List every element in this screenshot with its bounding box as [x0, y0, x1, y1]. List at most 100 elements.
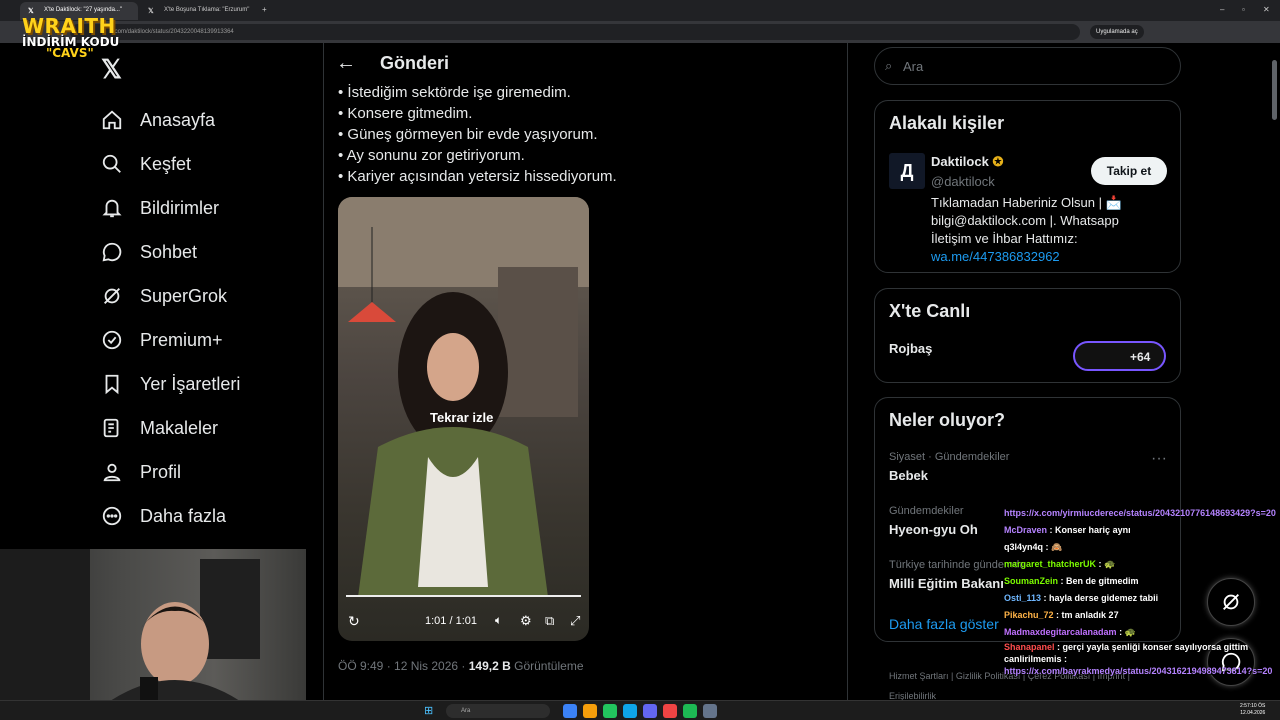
trend-context: Gündemdekiler: [889, 505, 964, 517]
view-count: 149,2 B: [468, 659, 511, 673]
nav-item-articles[interactable]: Makaleler: [100, 406, 240, 450]
chat-user: SoumanZein: [1004, 576, 1059, 586]
chat-link[interactable]: https://x.com/yirmiucderece/status/20432…: [1004, 508, 1276, 518]
nav-label: Sohbet: [140, 241, 198, 262]
taskbar-search-text: Ara: [461, 708, 471, 714]
bio-link[interactable]: wa.me/447386832962: [931, 249, 1060, 264]
taskbar-search[interactable]: Ara: [446, 704, 550, 718]
close-window-icon[interactable]: ✕: [1263, 5, 1270, 14]
profile-name-text: Daktilock: [931, 154, 989, 169]
chat-user: margaret_thatcherUK: [1004, 559, 1097, 569]
person-icon: [100, 460, 124, 484]
app-icon[interactable]: [563, 704, 577, 718]
stream-chat: https://x.com/yirmiucderece/status/20432…: [1004, 505, 1280, 677]
app-icon[interactable]: [663, 704, 677, 718]
post-line: • Güneş görmeyen bir evde yaşıyorum.: [338, 126, 598, 143]
trend-item[interactable]: Siyaset · Gündemdekiler Bebek: [889, 451, 1009, 483]
open-in-app-button[interactable]: Uygulamada aç: [1090, 25, 1144, 39]
profile-name[interactable]: Daktilock ✪: [931, 154, 1003, 170]
profile-handle: @daktilock: [931, 174, 995, 189]
nav-item-premium[interactable]: Premium+: [100, 318, 240, 362]
tab-label: X'te Boşuna Tıklama: "Erzurum": [164, 7, 250, 13]
search-input[interactable]: ⌕ Ara: [874, 47, 1181, 85]
windows-taskbar: ⊞ Ara 2:57:10 ÖS 12.04.2026: [0, 700, 1280, 720]
replay-icon[interactable]: ↻: [348, 613, 360, 630]
video-progress-bar[interactable]: [346, 595, 581, 597]
post-text: • İstediğim sektörde işe giremedim. • Ko…: [338, 82, 617, 187]
nav-item-explore[interactable]: Keşfet: [100, 142, 240, 186]
chat-message: margaret_thatcherUK : 🐢: [1004, 556, 1280, 573]
nav-item-chat[interactable]: Sohbet: [100, 230, 240, 274]
post-header: ← Gönderi: [336, 52, 449, 75]
nav-label: Bildirimler: [140, 197, 220, 218]
trend-context: Siyaset · Gündemdekiler: [889, 451, 1010, 463]
avatar[interactable]: Д: [889, 153, 925, 189]
system-clock: 2:57:10 ÖS 12.04.2026: [1240, 703, 1265, 717]
maximize-icon[interactable]: ▫: [1242, 5, 1245, 14]
column-divider: [323, 43, 324, 720]
volume-icon[interactable]: 🔈︎: [495, 613, 502, 628]
pip-icon[interactable]: ⧉: [545, 613, 554, 629]
chrome-icon[interactable]: [603, 704, 617, 718]
back-arrow-icon[interactable]: ←: [336, 52, 356, 75]
new-tab-icon[interactable]: +: [262, 5, 267, 14]
post-line: • Kariyer açısından yetersiz hissediyoru…: [338, 168, 617, 185]
minimize-icon[interactable]: –: [1220, 5, 1224, 14]
settings-icon[interactable]: ⚙: [520, 613, 532, 629]
windows-start-icon[interactable]: ⊞: [424, 704, 433, 717]
chat-message: Osti_113 : hayla derse gidemez tabii: [1004, 590, 1280, 607]
edge-icon[interactable]: [623, 704, 637, 718]
trend-item[interactable]: Gündemdekiler Hyeon-gyu Oh: [889, 505, 978, 537]
url-text: x.com/daktilock/status/20432200481399133…: [110, 29, 234, 35]
chat-text: : Ben de gitmedim: [1060, 576, 1139, 586]
show-more-link[interactable]: Daha fazla göster: [889, 616, 999, 632]
chat-text: : hayla derse gidemez tabii: [1043, 593, 1159, 603]
trend-name: Hyeon-gyu Oh: [889, 522, 978, 537]
article-icon: [100, 416, 124, 440]
chat-text: : tm anladık 27: [1056, 610, 1119, 620]
trend-name: Bebek: [889, 468, 929, 483]
nav-item-bookmarks[interactable]: Yer İşaretleri: [100, 362, 240, 406]
replay-button[interactable]: Tekrar izle: [430, 410, 493, 425]
fullscreen-icon[interactable]: ⤢: [570, 613, 580, 629]
chat-user: Osti_113: [1004, 593, 1042, 603]
chat-link[interactable]: https://x.com/bayrakmedya/status/2043162…: [1004, 666, 1272, 676]
post-line: • Ay sonunu zor getiriyorum.: [338, 147, 525, 164]
grok-icon: [100, 284, 124, 308]
app-icon[interactable]: [703, 704, 717, 718]
video-time: 1:01 / 1:01: [425, 615, 477, 627]
more-icon: [100, 504, 124, 528]
post-video[interactable]: Tekrar izle ↻ 1:01 / 1:01 🔈︎ ⚙ ⧉ ⤢: [338, 197, 589, 641]
chat-user: q3l4yn4q: [1004, 542, 1044, 552]
nav-label: Profil: [140, 461, 182, 482]
verified-badge-icon: ✪: [992, 154, 1004, 169]
nav-item-home[interactable]: Anasayfa: [100, 98, 240, 142]
url-field[interactable]: x.com/daktilock/status/20432200481399133…: [70, 24, 1080, 40]
chat-text: : Konser hariç aynı: [1049, 525, 1131, 535]
nav-item-supergrok[interactable]: SuperGrok: [100, 274, 240, 318]
address-bar-row: x.com/daktilock/status/20432200481399133…: [0, 21, 1280, 43]
browser-tab[interactable]: 𝕏 X'te Boşuna Tıklama: "Erzurum": [140, 2, 260, 20]
chat-message: https://x.com/bayrakmedya/status/2043162…: [1004, 665, 1280, 677]
page-scrollbar[interactable]: [1272, 60, 1277, 120]
live-host[interactable]: Rojbaş: [889, 341, 932, 356]
chat-message: SoumanZein : Ben de gitmedim: [1004, 573, 1280, 590]
spotify-icon[interactable]: [683, 704, 697, 718]
follow-button[interactable]: Takip et: [1091, 157, 1167, 185]
browser-tab-bar: 𝕏 X'te Daktilock: "27 yaşında..." 𝕏 X'te…: [0, 0, 1280, 21]
discord-icon[interactable]: [643, 704, 657, 718]
nav-item-notifications[interactable]: Bildirimler: [100, 186, 240, 230]
chat-user: Madmaxdegitarcalanadam: [1004, 627, 1117, 637]
more-options-icon[interactable]: ···: [1151, 450, 1167, 468]
webcam-overlay: [0, 548, 306, 701]
profile-bio: Tıklamadan Haberiniz Olsun | 📩 bilgi@dak…: [931, 194, 1146, 266]
listener-count: +64: [1130, 350, 1151, 364]
chat-text: : 🙈: [1045, 542, 1063, 552]
live-listeners-pill[interactable]: +64: [1073, 341, 1166, 371]
search-icon: [100, 152, 124, 176]
folder-icon[interactable]: [583, 704, 597, 718]
related-people-card: Alakalı kişiler Д Daktilock ✪ @daktilock…: [874, 100, 1181, 273]
nav-item-profile[interactable]: Profil: [100, 450, 240, 494]
card-title: Alakalı kişiler: [889, 113, 1005, 133]
nav-item-more[interactable]: Daha fazla: [100, 494, 240, 538]
